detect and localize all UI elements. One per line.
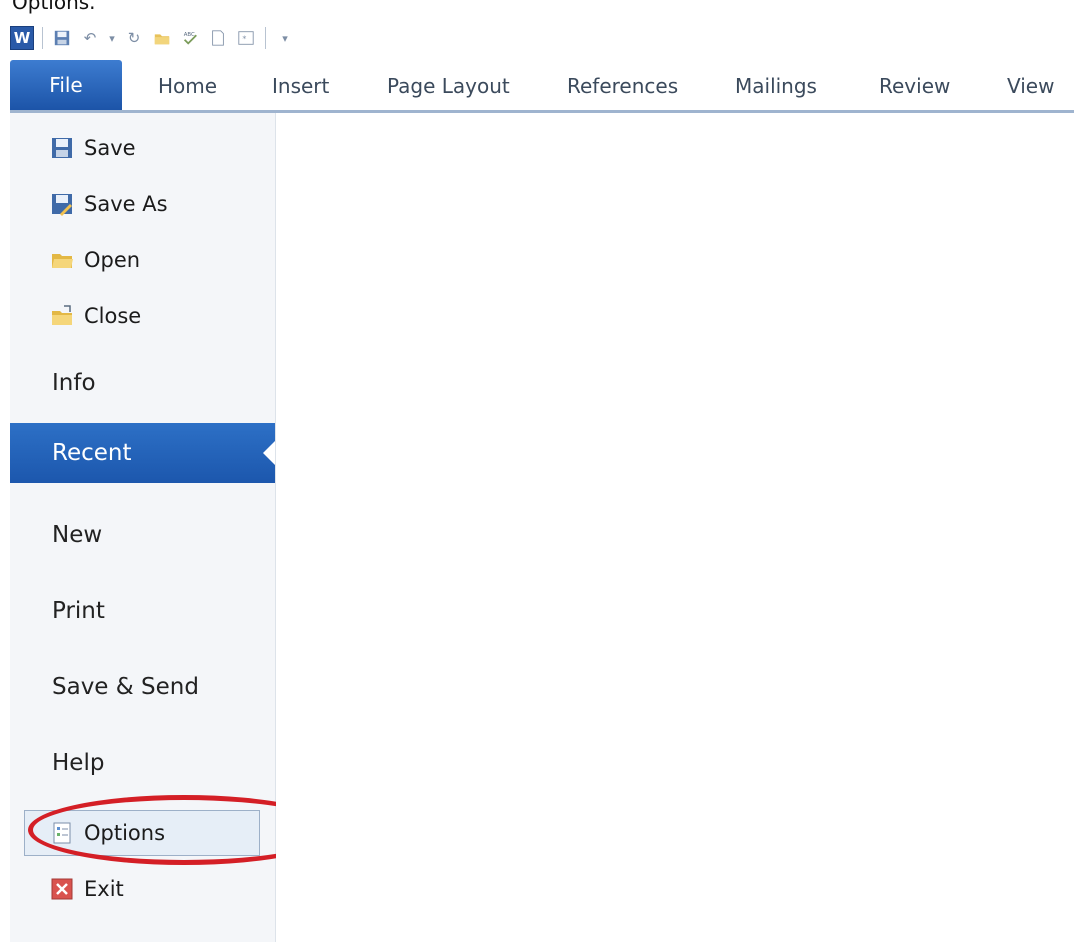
backstage-content-area — [276, 113, 1074, 942]
svg-text:*: * — [242, 34, 246, 44]
qat-separator — [265, 27, 266, 49]
save-as-command[interactable]: Save As — [50, 189, 168, 219]
ribbon-tab-bar: File Home Insert Page Layout References … — [10, 58, 1074, 113]
open-folder-icon — [50, 248, 74, 272]
open-folder-icon[interactable] — [151, 27, 173, 49]
section-print[interactable]: Print — [10, 581, 275, 641]
tab-mailings[interactable]: Mailings — [735, 72, 817, 100]
tab-insert[interactable]: Insert — [272, 72, 329, 100]
spelling-icon[interactable]: ABC — [179, 27, 201, 49]
save-icon[interactable] — [51, 27, 73, 49]
quick-access-toolbar: W ↶ ▾ ↻ ABC * ▾ — [10, 20, 1074, 56]
tab-review[interactable]: Review — [879, 72, 950, 100]
tab-home[interactable]: Home — [158, 72, 217, 100]
caption-text: Options. — [12, 0, 96, 14]
save-icon — [50, 136, 74, 160]
section-save-send[interactable]: Save & Send — [10, 657, 275, 717]
open-label: Open — [84, 248, 141, 272]
close-command[interactable]: Close — [50, 301, 141, 331]
picture-icon[interactable]: * — [235, 27, 257, 49]
save-as-label: Save As — [84, 192, 168, 216]
save-label: Save — [84, 136, 136, 160]
customize-dropdown-icon[interactable]: ▾ — [274, 27, 296, 49]
active-pointer-icon — [263, 441, 275, 465]
exit-label: Exit — [84, 877, 124, 901]
options-icon — [50, 821, 74, 845]
section-new[interactable]: New — [10, 505, 275, 565]
exit-icon — [50, 877, 74, 901]
exit-command[interactable]: Exit — [50, 874, 124, 904]
options-command[interactable]: Options — [50, 818, 165, 848]
section-recent-label: Recent — [52, 440, 132, 466]
close-folder-icon — [50, 304, 74, 328]
save-as-icon — [50, 192, 74, 216]
section-recent[interactable]: Recent — [10, 423, 275, 483]
word-logo-icon[interactable]: W — [10, 26, 34, 50]
undo-dropdown-icon[interactable]: ▾ — [107, 27, 117, 49]
tab-view[interactable]: View — [1007, 72, 1054, 100]
save-command[interactable]: Save — [50, 133, 136, 163]
qat-separator — [42, 27, 43, 49]
undo-icon[interactable]: ↶ — [79, 27, 101, 49]
tab-file[interactable]: File — [10, 60, 122, 110]
section-help[interactable]: Help — [10, 733, 275, 793]
close-label: Close — [84, 304, 142, 328]
section-info[interactable]: Info — [10, 353, 275, 413]
tab-page-layout[interactable]: Page Layout — [387, 72, 510, 100]
new-document-icon[interactable] — [207, 27, 229, 49]
tab-references[interactable]: References — [567, 72, 678, 100]
backstage-sidebar: Save Save As Open Close Info Recent New … — [10, 113, 340, 942]
options-label: Options — [84, 821, 166, 845]
open-command[interactable]: Open — [50, 245, 140, 275]
redo-icon[interactable]: ↻ — [123, 27, 145, 49]
